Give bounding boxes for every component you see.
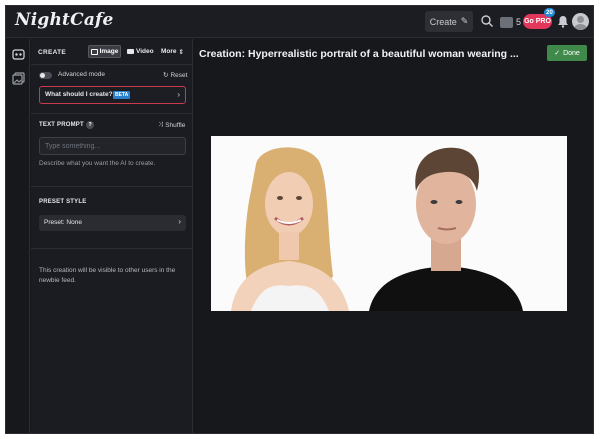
chevron-right-icon: › <box>178 217 181 226</box>
tab-more[interactable]: More ⇕ <box>161 45 184 58</box>
preset-value: Preset: None <box>44 219 82 226</box>
preset-style-title: PRESET STYLE <box>39 199 87 205</box>
create-palette-icon[interactable] <box>12 48 25 61</box>
beta-badge: BETA <box>113 91 131 99</box>
chevron-right-icon: › <box>177 90 180 99</box>
divider <box>31 113 193 114</box>
canvas-area <box>194 69 593 433</box>
prompt-input[interactable] <box>39 137 186 155</box>
chevron-updown-icon: ⇕ <box>178 48 184 56</box>
reset-icon: ↻ <box>163 72 169 79</box>
tab-more-label: More <box>161 48 177 55</box>
notification-badge: 20 <box>544 8 555 17</box>
bell-icon[interactable] <box>557 15 569 28</box>
toggle-knob <box>40 73 45 78</box>
pencil-icon: ✎ <box>460 16 469 26</box>
help-icon[interactable]: ? <box>86 121 94 129</box>
check-icon: ✓ <box>554 50 561 57</box>
search-icon[interactable] <box>480 14 494 28</box>
divider <box>31 186 193 187</box>
what-should-i-create-button[interactable]: What should I create? BETA › <box>39 86 186 104</box>
create-button-label: Create <box>429 16 457 27</box>
app-window: NightCafe Create ✎ 5 Go PRO 20 CREATE Im… <box>5 5 594 434</box>
create-panel: CREATE Image Video More ⇕ Advanced mode … <box>31 39 193 433</box>
done-label: Done <box>563 49 580 57</box>
avatar-shoulders <box>574 24 587 30</box>
shuffle-icon: ⤨ <box>158 121 164 128</box>
icon-rail <box>6 39 30 433</box>
credits-count: 5 <box>516 17 522 27</box>
visibility-note: This creation will be visible to other u… <box>39 267 176 284</box>
create-button[interactable]: Create ✎ <box>425 11 473 32</box>
generated-image[interactable] <box>211 136 567 311</box>
avatar[interactable] <box>572 13 589 30</box>
creation-title: Creation: Hyperrealistic portrait of a b… <box>199 48 519 60</box>
what-should-label: What should I create? <box>45 91 113 98</box>
tab-image[interactable]: Image <box>88 45 121 58</box>
top-bar: NightCafe Create ✎ 5 Go PRO 20 <box>6 6 593 38</box>
nightcafe-logo[interactable]: NightCafe <box>15 10 114 30</box>
prompt-help-text: Describe what you want the AI to create. <box>39 160 156 167</box>
advanced-mode-label: Advanced mode <box>58 71 105 78</box>
reset-button[interactable]: ↻ Reset <box>163 71 188 80</box>
video-icon <box>127 49 134 54</box>
tab-video[interactable]: Video <box>127 45 154 58</box>
divider <box>31 64 193 65</box>
creation-header: Creation: Hyperrealistic portrait of a b… <box>194 39 593 69</box>
image-icon <box>90 48 98 55</box>
avatar-head <box>577 16 584 23</box>
done-button[interactable]: ✓ Done <box>547 45 587 61</box>
credits-icon <box>500 16 513 28</box>
tab-video-label: Video <box>136 48 154 55</box>
advanced-mode-toggle[interactable] <box>39 72 52 79</box>
credits-counter[interactable]: 5 <box>500 14 521 30</box>
reset-label: Reset <box>170 71 188 79</box>
text-prompt-title: TEXT PROMPT <box>39 122 84 128</box>
preset-selector[interactable]: Preset: None › <box>39 215 186 231</box>
divider <box>31 248 193 249</box>
tab-image-label: Image <box>99 48 119 55</box>
panel-title: CREATE <box>38 49 67 56</box>
shuffle-button[interactable]: ⤨ Shuffle <box>158 121 185 129</box>
gallery-icon[interactable] <box>12 72 25 85</box>
shuffle-label: Shuffle <box>165 121 186 129</box>
